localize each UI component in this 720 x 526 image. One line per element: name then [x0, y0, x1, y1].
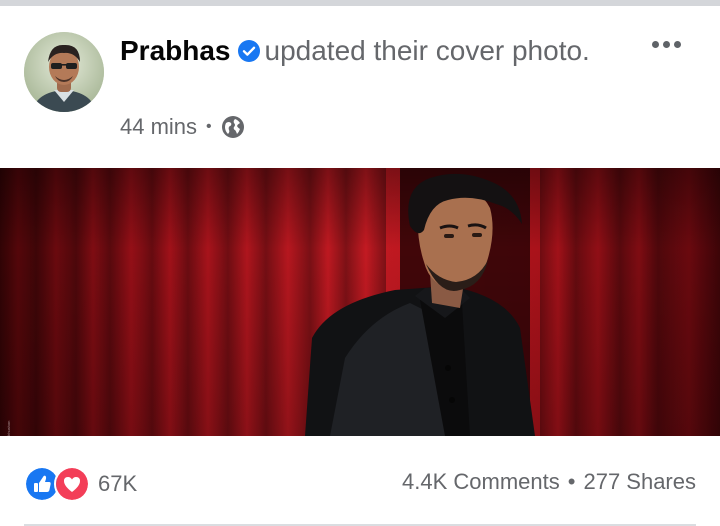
more-options-icon[interactable] — [644, 32, 688, 56]
post-header: Prabhas updated their cover photo. 44 min… — [0, 6, 720, 168]
more-dot — [651, 40, 659, 48]
engagement-counts: 4.4K Comments • 277 Shares — [402, 469, 696, 495]
cover-photo[interactable]: bhushan — [0, 168, 720, 436]
reactions-summary[interactable]: 67K — [24, 466, 137, 502]
meta-separator: • — [206, 118, 212, 135]
love-icon — [54, 466, 90, 502]
post-headline: Prabhas updated their cover photo. — [120, 32, 590, 70]
watermark-text: bhushan — [6, 421, 11, 436]
reaction-count: 67K — [98, 471, 138, 496]
verified-badge-icon — [237, 40, 260, 62]
post-action-text: updated their cover photo. — [264, 35, 590, 66]
more-dot — [662, 40, 670, 48]
author-name[interactable]: Prabhas — [120, 35, 231, 66]
post-meta: 44 mins • — [120, 114, 245, 140]
more-dot — [673, 40, 681, 48]
engagement-bar: 67K 4.4K Comments • 277 Shares — [0, 436, 720, 526]
avatar[interactable] — [24, 32, 104, 112]
engagement-separator: • — [567, 469, 576, 494]
shares-count-link[interactable]: 277 Shares — [583, 469, 696, 495]
post-timestamp[interactable]: 44 mins — [120, 114, 197, 140]
globe-icon[interactable] — [221, 115, 245, 139]
comments-count-link[interactable]: 4.4K Comments — [402, 469, 560, 495]
